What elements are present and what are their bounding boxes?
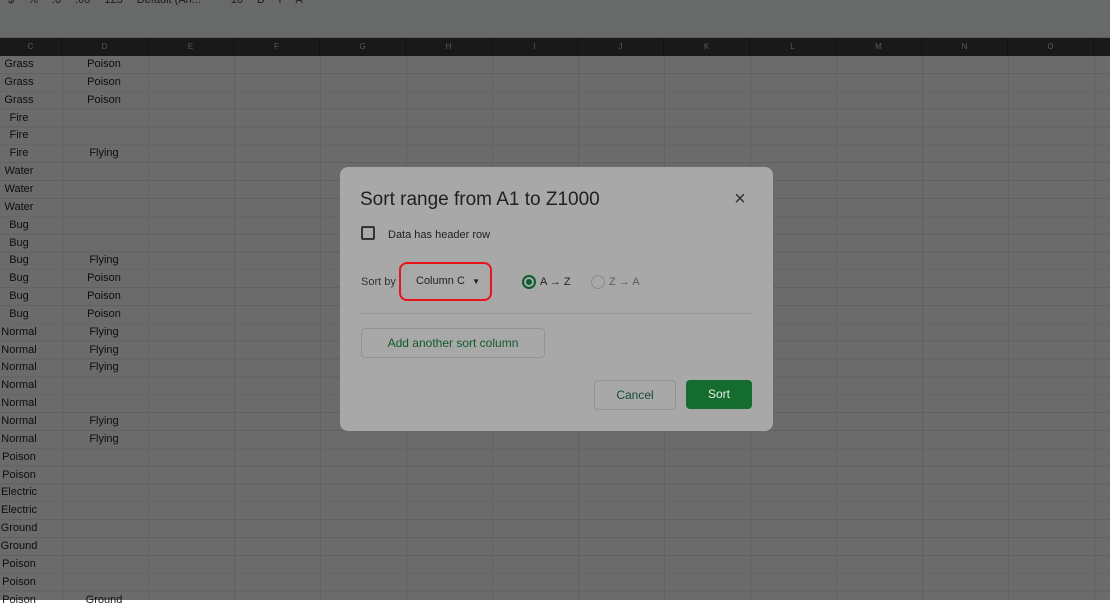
cancel-button[interactable]: Cancel <box>594 380 676 410</box>
sort-button[interactable]: Sort <box>686 380 752 409</box>
header-row-checkbox[interactable] <box>361 226 375 240</box>
sort-by-label: Sort by <box>361 276 396 288</box>
radio-descending[interactable] <box>591 275 605 289</box>
add-sort-column-button[interactable]: Add another sort column <box>361 328 545 358</box>
sort-range-dialog: Sort range from A1 to Z1000 × Data has h… <box>340 167 773 431</box>
radio-ascending[interactable] <box>522 275 536 289</box>
dialog-title: Sort range from A1 to Z1000 <box>360 189 600 211</box>
descending-label: Z → A <box>609 276 640 288</box>
dialog-divider <box>360 313 753 314</box>
close-icon[interactable]: × <box>728 187 752 211</box>
highlight-box <box>399 262 492 301</box>
header-row-label: Data has header row <box>388 229 490 241</box>
ascending-label: A → Z <box>540 276 571 288</box>
